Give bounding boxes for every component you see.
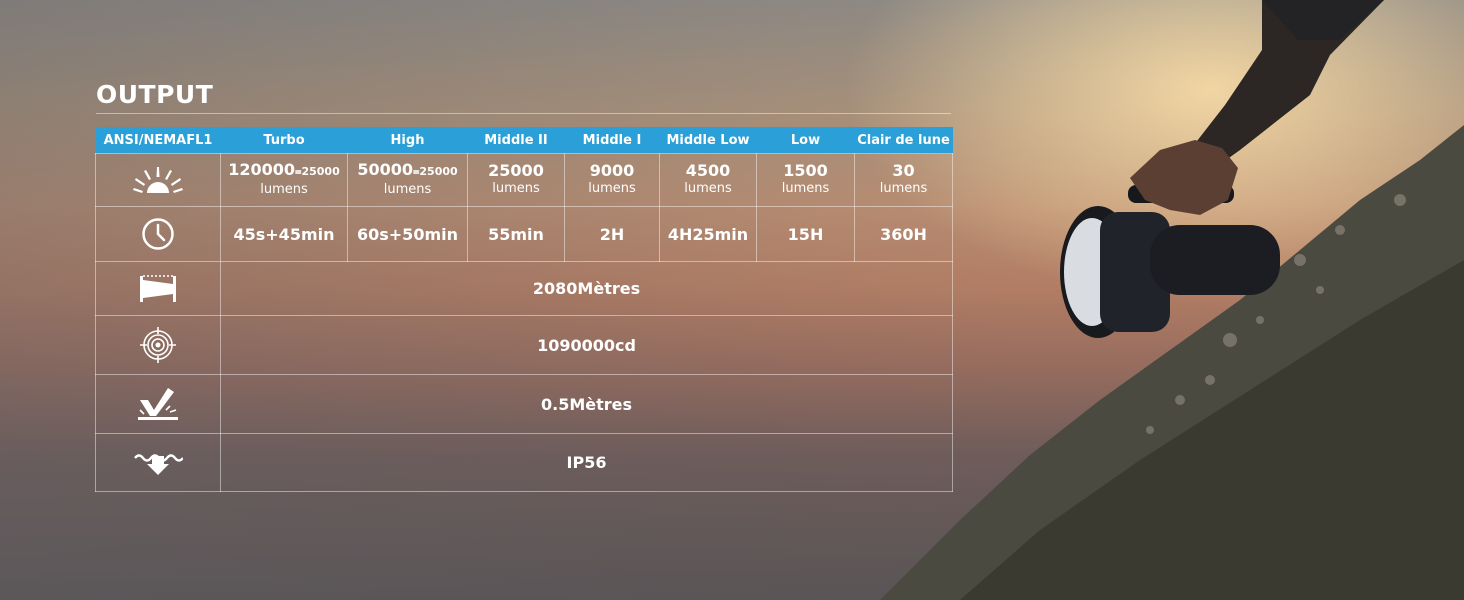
runtime-clair-de-lune: 360H xyxy=(854,206,953,262)
col-middle-1: Middle I xyxy=(564,127,660,154)
header-row: ANSI/NEMAFL1 Turbo High Middle II Middle… xyxy=(95,127,953,154)
lumens-middle-1: 9000 lumens xyxy=(564,153,660,207)
water-resistance-icon xyxy=(134,453,183,475)
lumens-middle-2: 25000 lumens xyxy=(467,153,565,207)
beam-distance-icon xyxy=(140,274,176,302)
beam-distance-icon-cell xyxy=(95,261,221,316)
sun-burst-icon xyxy=(133,167,183,193)
water-icon-cell xyxy=(95,433,221,492)
lumens-row: 120000᐀25000 lumens 50000᐀25000 lumens 250… xyxy=(95,153,953,207)
lumens-low: 1500 lumens xyxy=(756,153,855,207)
water-rating-row: IP56 xyxy=(95,433,953,492)
col-low: Low xyxy=(756,127,855,154)
lumens-turbo: 120000᐀25000 lumens xyxy=(220,153,348,207)
col-middle-2: Middle II xyxy=(467,127,565,154)
intensity-row: 1090000cd xyxy=(95,315,953,375)
runtime-high: 60s+50min xyxy=(347,206,468,262)
col-high: High xyxy=(347,127,468,154)
col-clair-de-lune: Clair de lune xyxy=(854,127,953,154)
lumens-high: 50000᐀25000 lumens xyxy=(347,153,468,207)
runtime-middle-low: 4H25min xyxy=(659,206,757,262)
hand xyxy=(1130,140,1238,215)
water-rating-value: IP56 xyxy=(220,433,953,492)
runtime-turbo: 45s+45min xyxy=(220,206,348,262)
title-divider xyxy=(96,113,951,114)
beam-distance-row: 2080Mètres xyxy=(95,261,953,316)
lumens-middle-low: 4500 lumens xyxy=(659,153,757,207)
runtime-low: 15H xyxy=(756,206,855,262)
intensity-value: 1090000cd xyxy=(220,315,953,375)
runtime-row: 45s+45min 60s+50min 55min 2H 4H25min 15H… xyxy=(95,206,953,262)
hillside-shadow xyxy=(960,260,1464,600)
intensity-icon-cell xyxy=(95,315,221,375)
lumens-icon-cell xyxy=(95,153,221,207)
impact-resistance-icon xyxy=(138,388,178,420)
output-spec-table: ANSI/NEMAFL1 Turbo High Middle II Middle… xyxy=(95,127,953,492)
impact-value: 0.5Mètres xyxy=(220,374,953,434)
output-title: OUTPUT xyxy=(96,80,214,109)
runtime-icon-cell xyxy=(95,206,221,262)
col-middle-low: Middle Low xyxy=(659,127,757,154)
beam-distance-value: 2080Mètres xyxy=(220,261,953,316)
runtime-middle-2: 55min xyxy=(467,206,565,262)
impact-icon-cell xyxy=(95,374,221,434)
impact-row: 0.5Mètres xyxy=(95,374,953,434)
lumens-clair-de-lune: 30 lumens xyxy=(854,153,953,207)
runtime-middle-1: 2H xyxy=(564,206,660,262)
col-standard: ANSI/NEMAFL1 xyxy=(95,127,221,154)
col-turbo: Turbo xyxy=(220,127,348,154)
target-intensity-icon xyxy=(140,327,176,363)
clock-icon xyxy=(142,218,174,250)
